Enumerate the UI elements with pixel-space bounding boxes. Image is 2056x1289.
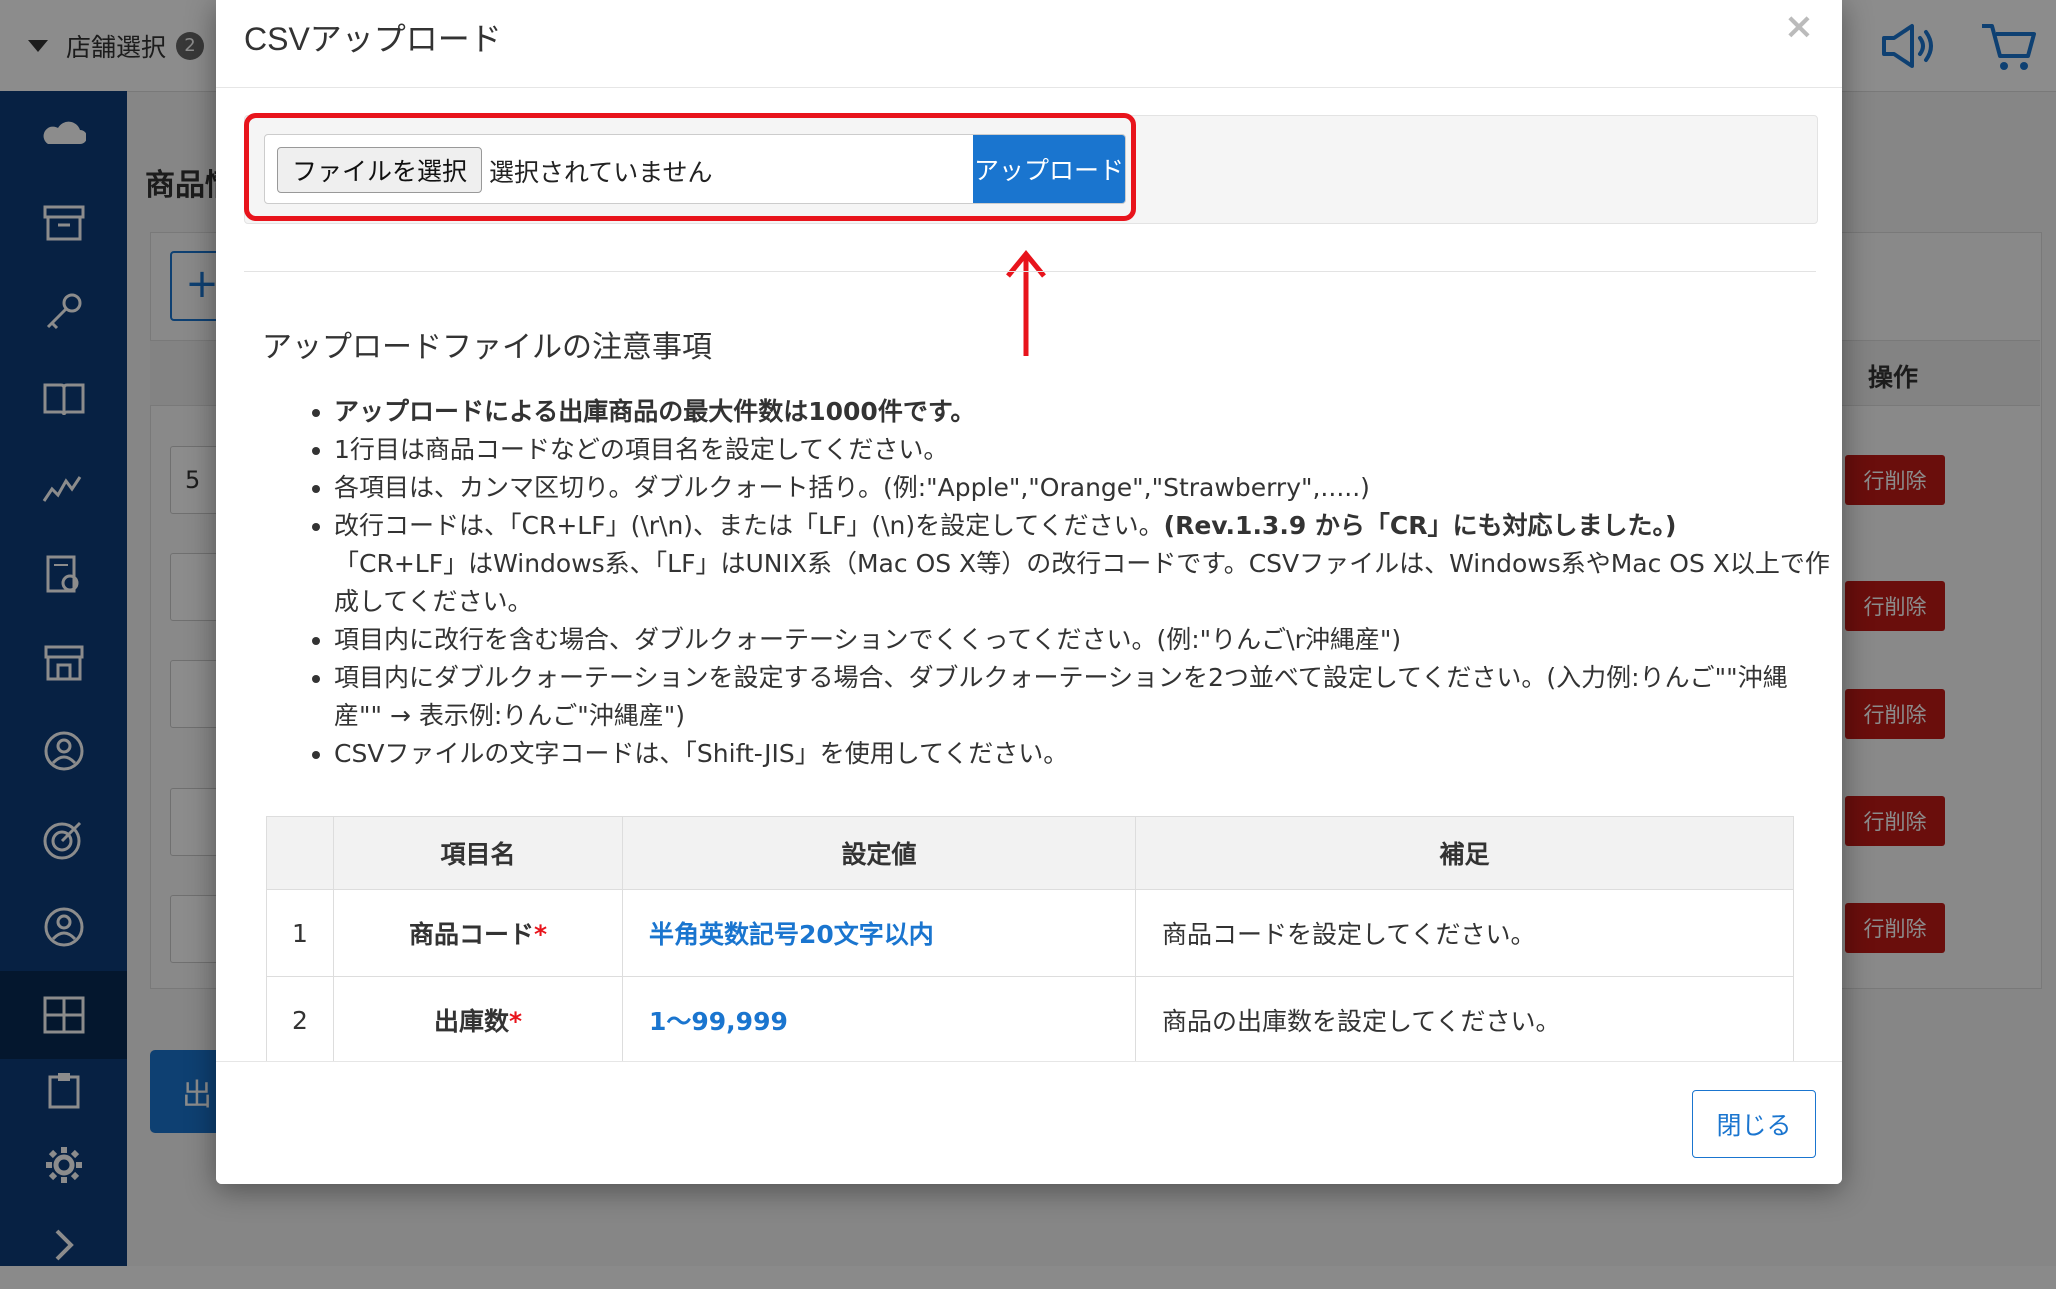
field-note: 商品コードを設定してください。 (1135, 889, 1794, 977)
header-name: 項目名 (333, 816, 623, 890)
modal-footer: 閉じる (216, 1061, 1842, 1184)
note-item: アップロードによる出庫商品の最大件数は1000件です。 (334, 393, 1834, 431)
modal-title: CSVアップロード (244, 21, 502, 57)
note-text: 1行目は商品コードなどの項目名を設定してください。 (334, 435, 949, 464)
note-text: 項目内に改行を含む場合、ダブルクォーテーションでくくってください。(例:"りんご… (334, 625, 1402, 654)
header-value: 設定値 (622, 816, 1136, 890)
note-item: 各項目は、カンマ区切り。ダブルクォート括り。(例:"Apple","Orange… (334, 469, 1834, 507)
arrow-up-icon (1006, 250, 1046, 356)
note-text-bold: (Rev.1.3.9 から「CR」にも対応しました。) (1163, 511, 1677, 540)
field-value: 1〜99,999 (622, 976, 1136, 1064)
field-note: 商品の出庫数を設定してください。 (1135, 976, 1794, 1064)
modal-header: CSVアップロード × (216, 0, 1842, 88)
note-item: 項目内に改行を含む場合、ダブルクォーテーションでくくってください。(例:"りんご… (334, 621, 1834, 659)
field-name-text: 出庫数 (433, 1007, 509, 1036)
close-icon[interactable]: × (1784, 6, 1814, 47)
notes-heading: アップロードファイルの注意事項 (262, 330, 712, 365)
table-header-row: 項目名 設定値 補足 (266, 816, 1794, 890)
table-row: 2 出庫数* 1〜99,999 商品の出庫数を設定してください。 (266, 976, 1794, 1064)
note-text: 各項目は、カンマ区切り。ダブルクォート括り。(例:"Apple","Orange… (334, 473, 1370, 502)
csv-upload-modal: CSVアップロード × ファイルを選択 選択されていません アップロード アップ… (216, 0, 1842, 1184)
note-item: 1行目は商品コードなどの項目名を設定してください。 (334, 431, 1834, 469)
required-mark: * (533, 920, 548, 949)
required-mark: * (508, 1007, 523, 1036)
note-item: 項目内にダブルクォーテーションを設定する場合、ダブルクォーテーションを2つ並べて… (334, 659, 1834, 735)
header-no (266, 816, 334, 890)
table-row: 1 商品コード* 半角英数記号20文字以内 商品コードを設定してください。 (266, 889, 1794, 977)
spec-table: 項目名 設定値 補足 1 商品コード* 半角英数記号20文字以内 商品コードを設… (266, 816, 1794, 1064)
note-text: アップロードによる出庫商品の最大件数は1000件です。 (334, 397, 976, 426)
row-number: 1 (266, 889, 334, 977)
field-name: 出庫数* (333, 976, 623, 1064)
divider (244, 271, 1816, 272)
row-number: 2 (266, 976, 334, 1064)
notes-list: アップロードによる出庫商品の最大件数は1000件です。 1行目は商品コードなどの… (298, 393, 1834, 773)
field-value: 半角英数記号20文字以内 (622, 889, 1136, 977)
field-name-text: 商品コード (408, 920, 534, 949)
highlight-box (244, 113, 1136, 221)
note-text: 「CR+LF」はWindows系、「LF」はUNIX系（Mac OS X等）の改… (334, 549, 1830, 616)
note-item: CSVファイルの文字コードは、「Shift-JIS」を使用してください。 (334, 735, 1834, 773)
note-text: CSVファイルの文字コードは、「Shift-JIS」を使用してください。 (334, 739, 1069, 768)
note-text: 改行コードは、「CR+LF」(\r\n)、または「LF」(\n)を設定してくださ… (334, 511, 1164, 540)
note-text: 項目内にダブルクォーテーションを設定する場合、ダブルクォーテーションを2つ並べて… (334, 663, 1788, 730)
header-note: 補足 (1135, 816, 1794, 890)
note-item: 改行コードは、「CR+LF」(\r\n)、または「LF」(\n)を設定してくださ… (334, 507, 1834, 621)
field-name: 商品コード* (333, 889, 623, 977)
close-button[interactable]: 閉じる (1692, 1090, 1816, 1158)
